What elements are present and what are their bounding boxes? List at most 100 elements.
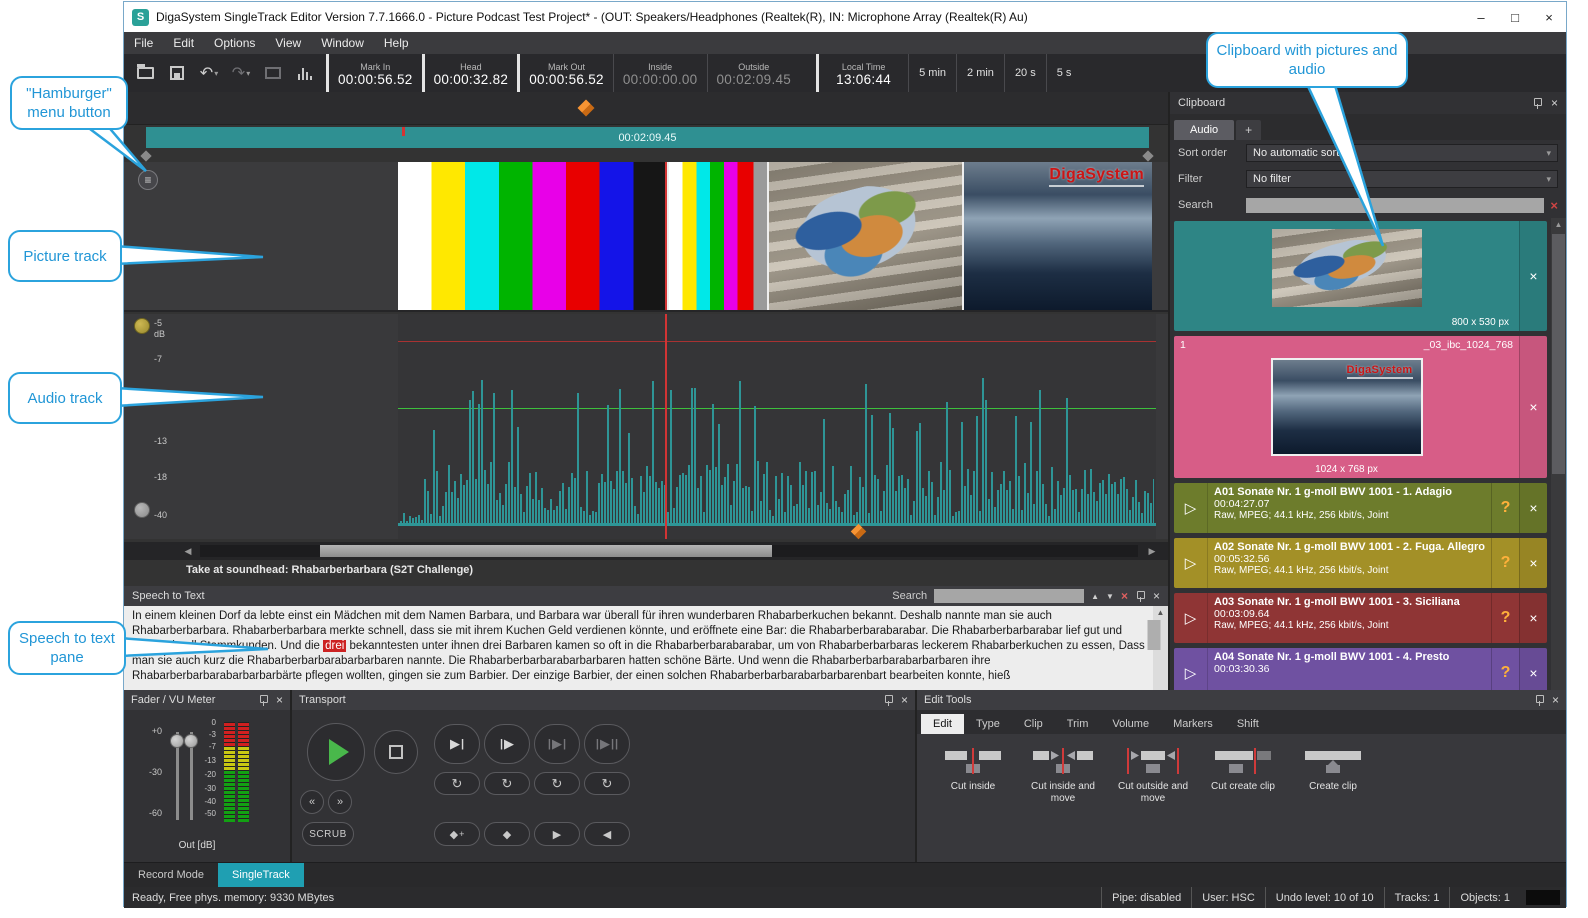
add-marker-button[interactable]: ◆+: [434, 822, 480, 846]
playhead[interactable]: [665, 162, 667, 310]
export-picture-button[interactable]: [258, 58, 288, 88]
volume-knob[interactable]: [134, 502, 150, 518]
info-button[interactable]: ?: [1491, 538, 1519, 588]
menu-help[interactable]: Help: [374, 32, 419, 54]
horizontal-scrollbar[interactable]: ◀ ▶: [124, 542, 1168, 560]
timeline-ruler[interactable]: [124, 92, 1168, 125]
menu-options[interactable]: Options: [204, 32, 265, 54]
audio-track[interactable]: -5 dB -7 -9 -13 -18 -40: [124, 314, 1168, 539]
s2t-close-button[interactable]: ×: [1153, 589, 1160, 603]
skip-forward-button[interactable]: »: [328, 790, 352, 814]
scrollbar-track[interactable]: [200, 545, 1138, 557]
play-button[interactable]: ▷: [1174, 483, 1208, 533]
colorbar-clip-1[interactable]: [398, 162, 669, 310]
waveform-area[interactable]: [398, 314, 1156, 539]
head-marker[interactable]: [578, 100, 595, 117]
picture-track[interactable]: ≡ DigaSystem: [124, 162, 1168, 312]
info-button[interactable]: ?: [1491, 593, 1519, 643]
tab-clip[interactable]: Clip: [1012, 714, 1055, 734]
scroll-right-button[interactable]: ▶: [1144, 544, 1160, 558]
timeline-progress-bar[interactable]: 00:02:09.45: [146, 127, 1149, 148]
save-button[interactable]: [162, 58, 192, 88]
tab-audio[interactable]: Audio: [1174, 120, 1234, 140]
clipboard-audio-item[interactable]: ▷ A02 Sonate Nr. 1 g-moll BWV 1001 - 2. …: [1174, 538, 1547, 588]
remove-button[interactable]: ×: [1519, 483, 1547, 533]
tab-singletrack[interactable]: SingleTrack: [218, 863, 304, 887]
zoom-20s-button[interactable]: 20 s: [1004, 54, 1046, 92]
info-button[interactable]: ?: [1491, 648, 1519, 690]
loop-marker[interactable]: [851, 524, 867, 540]
time-field-head[interactable]: Head 00:00:32.82: [422, 54, 518, 92]
range-marker-right[interactable]: [1142, 150, 1153, 161]
redo-button[interactable]: ↷▾: [226, 58, 256, 88]
pin-icon[interactable]: [258, 695, 269, 706]
colorbar-clip-2[interactable]: [669, 162, 769, 310]
tab-markers[interactable]: Markers: [1161, 714, 1225, 734]
clipboard-search-input[interactable]: [1246, 198, 1544, 213]
pin-icon[interactable]: [1534, 695, 1545, 706]
next-marker-button[interactable]: ▶: [534, 822, 580, 846]
clipboard-audio-item[interactable]: ▷ A03 Sonate Nr. 1 g-moll BWV 1001 - 3. …: [1174, 593, 1547, 643]
play-inside-button[interactable]: |▶|: [534, 724, 580, 764]
tab-trim[interactable]: Trim: [1055, 714, 1101, 734]
play-button[interactable]: ▷: [1174, 648, 1208, 690]
pin-icon[interactable]: [1135, 591, 1146, 602]
time-field-inside[interactable]: Inside 00:00:00.00: [613, 54, 707, 92]
fader-handle-left[interactable]: [170, 734, 184, 748]
zoom-5min-button[interactable]: 5 min: [908, 54, 956, 92]
tab-record-mode[interactable]: Record Mode: [124, 863, 218, 887]
clipboard-audio-item[interactable]: ▷ A04 Sonate Nr. 1 g-moll BWV 1001 - 4. …: [1174, 648, 1547, 690]
loop-inside-button[interactable]: ↻: [534, 772, 580, 795]
s2t-text[interactable]: In einem kleinen Dorf da lebte einst ein…: [124, 606, 1168, 690]
loop-outside-button[interactable]: ↻: [584, 772, 630, 795]
panel-close-button[interactable]: ×: [1552, 693, 1559, 707]
time-field-outside[interactable]: Outside 00:02:09.45: [707, 54, 801, 92]
remove-button[interactable]: ×: [1519, 648, 1547, 690]
panel-close-button[interactable]: ×: [276, 693, 283, 707]
search-clear-button[interactable]: ×: [1121, 589, 1128, 603]
hamburger-menu-button[interactable]: ≡: [138, 170, 158, 190]
cut-create-clip-tool[interactable]: Cut create clip: [1199, 746, 1287, 862]
menu-file[interactable]: File: [124, 32, 163, 54]
scrub-button[interactable]: SCRUB: [302, 822, 354, 846]
stop-button[interactable]: [374, 730, 418, 774]
lizard-picture-clip[interactable]: [769, 162, 964, 310]
scrollbar-thumb[interactable]: [320, 545, 772, 557]
s2t-search-input[interactable]: [934, 589, 1084, 603]
s2t-highlighted-word[interactable]: drei: [323, 640, 346, 652]
play-from-mark-button[interactable]: |▶: [484, 724, 530, 764]
scroll-up-button[interactable]: ▲: [1153, 606, 1168, 619]
clipboard-audio-item[interactable]: ▷ A01 Sonate Nr. 1 g-moll BWV 1001 - 1. …: [1174, 483, 1547, 533]
skip-back-button[interactable]: «: [300, 790, 324, 814]
zoom-2min-button[interactable]: 2 min: [956, 54, 1004, 92]
play-to-mark-button[interactable]: ▶|: [434, 724, 480, 764]
loop-play-to-button[interactable]: ↻: [434, 772, 480, 795]
remove-button[interactable]: ×: [1519, 336, 1547, 478]
tab-volume[interactable]: Volume: [1100, 714, 1161, 734]
search-down-button[interactable]: ▼: [1106, 592, 1114, 601]
search-up-button[interactable]: ▲: [1091, 592, 1099, 601]
clipboard-picture-item[interactable]: 800 x 530 px ×: [1174, 221, 1547, 331]
minimize-button[interactable]: –: [1464, 2, 1498, 32]
info-button[interactable]: ?: [1491, 483, 1519, 533]
menu-view[interactable]: View: [265, 32, 311, 54]
remove-marker-button[interactable]: ◆: [484, 822, 530, 846]
cut-inside-move-tool[interactable]: Cut inside and move: [1019, 746, 1107, 862]
play-button[interactable]: [307, 723, 365, 781]
menu-window[interactable]: Window: [311, 32, 374, 54]
clipboard-scrollbar[interactable]: ▲: [1551, 218, 1566, 690]
pin-icon[interactable]: [1532, 98, 1543, 109]
create-clip-tool[interactable]: Create clip: [1289, 746, 1377, 862]
tab-edit[interactable]: Edit: [921, 714, 964, 734]
open-button[interactable]: [130, 58, 160, 88]
tab-shift[interactable]: Shift: [1225, 714, 1271, 734]
filter-dropdown[interactable]: No filter ▾: [1246, 170, 1558, 188]
tab-type[interactable]: Type: [964, 714, 1012, 734]
play-button[interactable]: ▷: [1174, 593, 1208, 643]
digasystem-picture-clip[interactable]: DigaSystem: [964, 162, 1152, 310]
range-marker-left[interactable]: [140, 150, 151, 161]
maximize-button[interactable]: □: [1498, 2, 1532, 32]
play-outside-button[interactable]: |▶||: [584, 724, 630, 764]
remove-button[interactable]: ×: [1519, 538, 1547, 588]
add-tab-button[interactable]: +: [1236, 120, 1261, 140]
